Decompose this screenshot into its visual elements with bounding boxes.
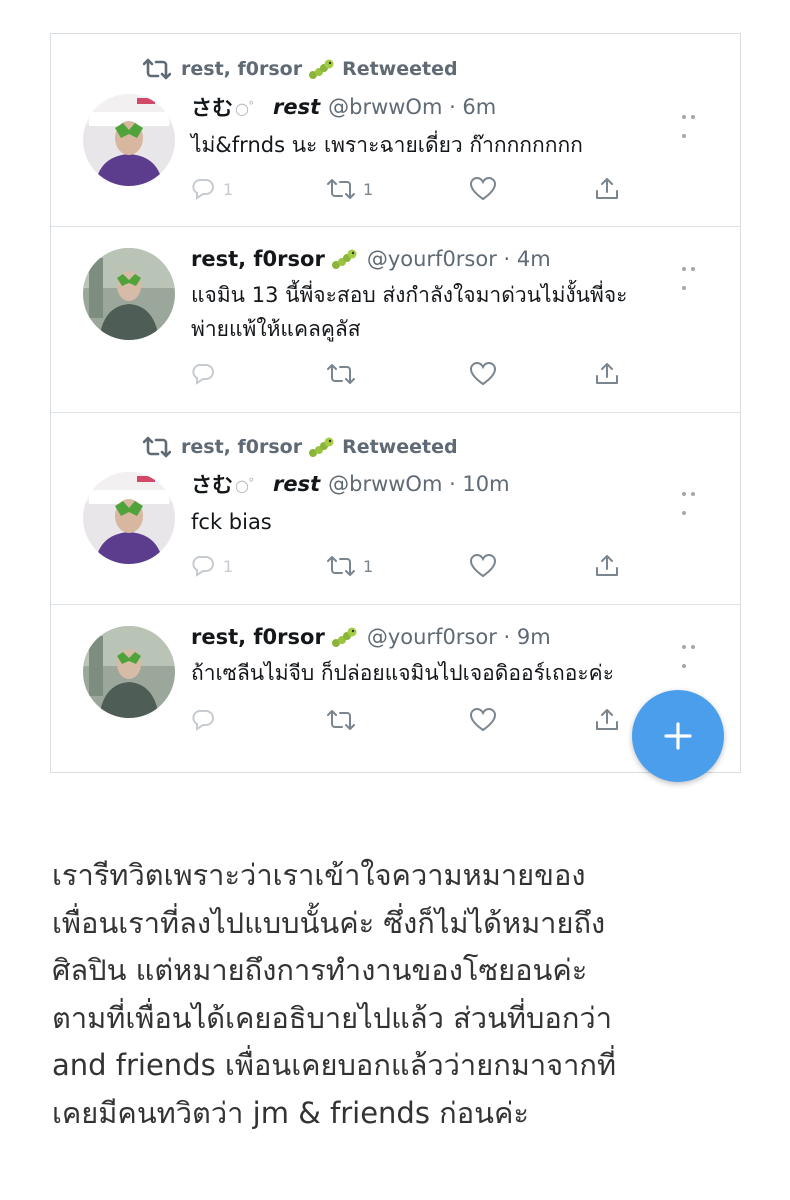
display-name[interactable]: さむ bbox=[191, 469, 233, 499]
retweeter-name: rest, f0rsor bbox=[181, 436, 303, 458]
caption-line: ศิลปิน แต่หมายถึงการทำงานของโซยอนค่ะ bbox=[52, 953, 588, 987]
tweet-actions: 1 1 bbox=[191, 551, 631, 581]
reply-button[interactable]: 1 bbox=[191, 174, 233, 204]
handle-timestamp[interactable]: @brwwOm · 6m bbox=[328, 95, 496, 119]
share-icon bbox=[596, 178, 618, 199]
reply-icon bbox=[192, 556, 214, 577]
retweet-indicator: rest, f0rsor Retweeted bbox=[143, 56, 458, 82]
heart-icon bbox=[469, 553, 497, 578]
more-options-icon[interactable] bbox=[682, 104, 708, 138]
plus-icon bbox=[664, 722, 692, 750]
tweet-actions: 1 1 bbox=[191, 174, 631, 204]
retweet-button[interactable] bbox=[327, 705, 355, 735]
handle-timestamp[interactable]: @brwwOm · 10m bbox=[328, 472, 510, 496]
retweeter-name: rest, f0rsor bbox=[181, 58, 303, 80]
display-name[interactable]: さむ bbox=[191, 92, 233, 122]
like-button[interactable] bbox=[469, 551, 497, 581]
tweet-header: rest, f0rsor @yourf0rsor · 9m bbox=[191, 622, 551, 652]
compose-tweet-button[interactable] bbox=[632, 690, 724, 782]
reply-icon bbox=[192, 179, 214, 200]
retweet-icon bbox=[143, 58, 171, 80]
share-icon bbox=[596, 709, 618, 730]
more-options-icon[interactable] bbox=[682, 634, 708, 668]
heart-icon bbox=[469, 707, 497, 732]
reply-icon bbox=[192, 364, 214, 385]
retweet-count: 1 bbox=[363, 556, 374, 576]
retweeted-label: Retweeted bbox=[342, 436, 458, 458]
tweet[interactable]: rest, f0rsor @yourf0rsor · 4m แจมิน 13 น… bbox=[51, 226, 740, 413]
tweet-text: ไม่&frnds นะ เพราะฉายเดี่ยว ก๊ากกกกกกก bbox=[191, 133, 583, 157]
reply-button[interactable] bbox=[191, 359, 215, 389]
name-emoji: ○゜ bbox=[235, 476, 265, 495]
display-name[interactable]: rest, f0rsor bbox=[191, 625, 325, 649]
tweet[interactable]: rest, f0rsor Retweeted さむ ○゜ rest @brwwO… bbox=[51, 412, 740, 605]
handle-timestamp[interactable]: @yourf0rsor · 9m bbox=[367, 625, 551, 649]
avatar[interactable] bbox=[83, 94, 175, 186]
display-name[interactable]: rest, f0rsor bbox=[191, 247, 325, 271]
more-options-icon[interactable] bbox=[682, 481, 708, 515]
caterpillar-emoji-icon bbox=[309, 59, 334, 79]
share-button[interactable] bbox=[595, 359, 619, 389]
retweet-icon bbox=[327, 179, 355, 199]
share-button[interactable] bbox=[595, 174, 619, 204]
caption-line: เคยมีคนทวิตว่า jm & friends ก่อนค่ะ bbox=[52, 1095, 529, 1130]
reply-count: 1 bbox=[223, 179, 234, 199]
share-button[interactable] bbox=[595, 551, 619, 581]
avatar[interactable] bbox=[83, 472, 175, 564]
tweet-text: ถ้าเซลีนไม่จีบ ก็ปล่อยแจมินไปเจอดิออร์เถ… bbox=[191, 661, 614, 685]
retweet-icon bbox=[327, 710, 355, 730]
tweet-text: fck bias bbox=[191, 510, 272, 534]
caterpillar-emoji-icon bbox=[331, 249, 357, 269]
caption-line: เพื่อนเราที่ลงไปแบบนั้นค่ะ ซึ่งก็ไม่ได้ห… bbox=[52, 905, 606, 940]
timeline-screenshot: rest, f0rsor Retweeted さむ ○゜ rest @brwwO… bbox=[50, 33, 741, 773]
tweet-actions bbox=[191, 705, 631, 735]
tweet-header: さむ ○゜ rest @brwwOm · 6m bbox=[191, 92, 496, 122]
like-button[interactable] bbox=[469, 359, 497, 389]
heart-icon bbox=[469, 361, 497, 386]
caption-line: ตามที่เพื่อนได้เคยอธิบายไปแล้ว ส่วนที่บอ… bbox=[52, 1000, 612, 1035]
retweet-icon bbox=[327, 364, 355, 384]
caterpillar-emoji-icon bbox=[309, 437, 334, 457]
tweet-actions bbox=[191, 359, 631, 389]
like-button[interactable] bbox=[469, 174, 497, 204]
name-emoji: ○゜ bbox=[235, 99, 265, 118]
avatar[interactable] bbox=[83, 248, 175, 340]
avatar[interactable] bbox=[83, 626, 175, 718]
retweet-indicator: rest, f0rsor Retweeted bbox=[143, 434, 458, 460]
like-button[interactable] bbox=[469, 705, 497, 735]
caption-text: เรารีทวิตเพราะว่าเราเข้าใจความหมายของ เพ… bbox=[52, 852, 752, 1137]
retweet-count: 1 bbox=[363, 179, 374, 199]
heart-icon bbox=[469, 176, 497, 201]
share-icon bbox=[596, 363, 618, 384]
retweet-button[interactable]: 1 bbox=[327, 174, 373, 204]
reply-button[interactable]: 1 bbox=[191, 551, 233, 581]
reply-button[interactable] bbox=[191, 705, 215, 735]
display-name-suffix[interactable]: rest bbox=[273, 95, 320, 119]
share-button[interactable] bbox=[595, 705, 619, 735]
share-icon bbox=[596, 555, 618, 576]
handle-timestamp[interactable]: @yourf0rsor · 4m bbox=[367, 247, 551, 271]
caption-line: and friends เพื่อนเคยบอกแล้วว่ายกมาจากที… bbox=[52, 1048, 617, 1082]
tweet-header: rest, f0rsor @yourf0rsor · 4m bbox=[191, 244, 551, 274]
retweet-button[interactable] bbox=[327, 359, 355, 389]
retweet-icon bbox=[143, 436, 171, 458]
caterpillar-emoji-icon bbox=[331, 627, 357, 647]
retweet-icon bbox=[327, 556, 355, 576]
tweet-text: แจมิน 13 นี้พี่จะสอบ ส่งกำลังใจมาด่วนไม่… bbox=[191, 283, 628, 341]
more-options-icon[interactable] bbox=[682, 256, 708, 290]
reply-icon bbox=[192, 710, 214, 731]
tweet[interactable]: rest, f0rsor Retweeted さむ ○゜ rest @brwwO… bbox=[51, 34, 740, 227]
reply-count: 1 bbox=[223, 556, 234, 576]
retweeted-label: Retweeted bbox=[342, 58, 458, 80]
display-name-suffix[interactable]: rest bbox=[273, 472, 320, 496]
retweet-button[interactable]: 1 bbox=[327, 551, 373, 581]
caption-line: เรารีทวิตเพราะว่าเราเข้าใจความหมายของ bbox=[52, 858, 586, 892]
tweet-header: さむ ○゜ rest @brwwOm · 10m bbox=[191, 469, 510, 499]
